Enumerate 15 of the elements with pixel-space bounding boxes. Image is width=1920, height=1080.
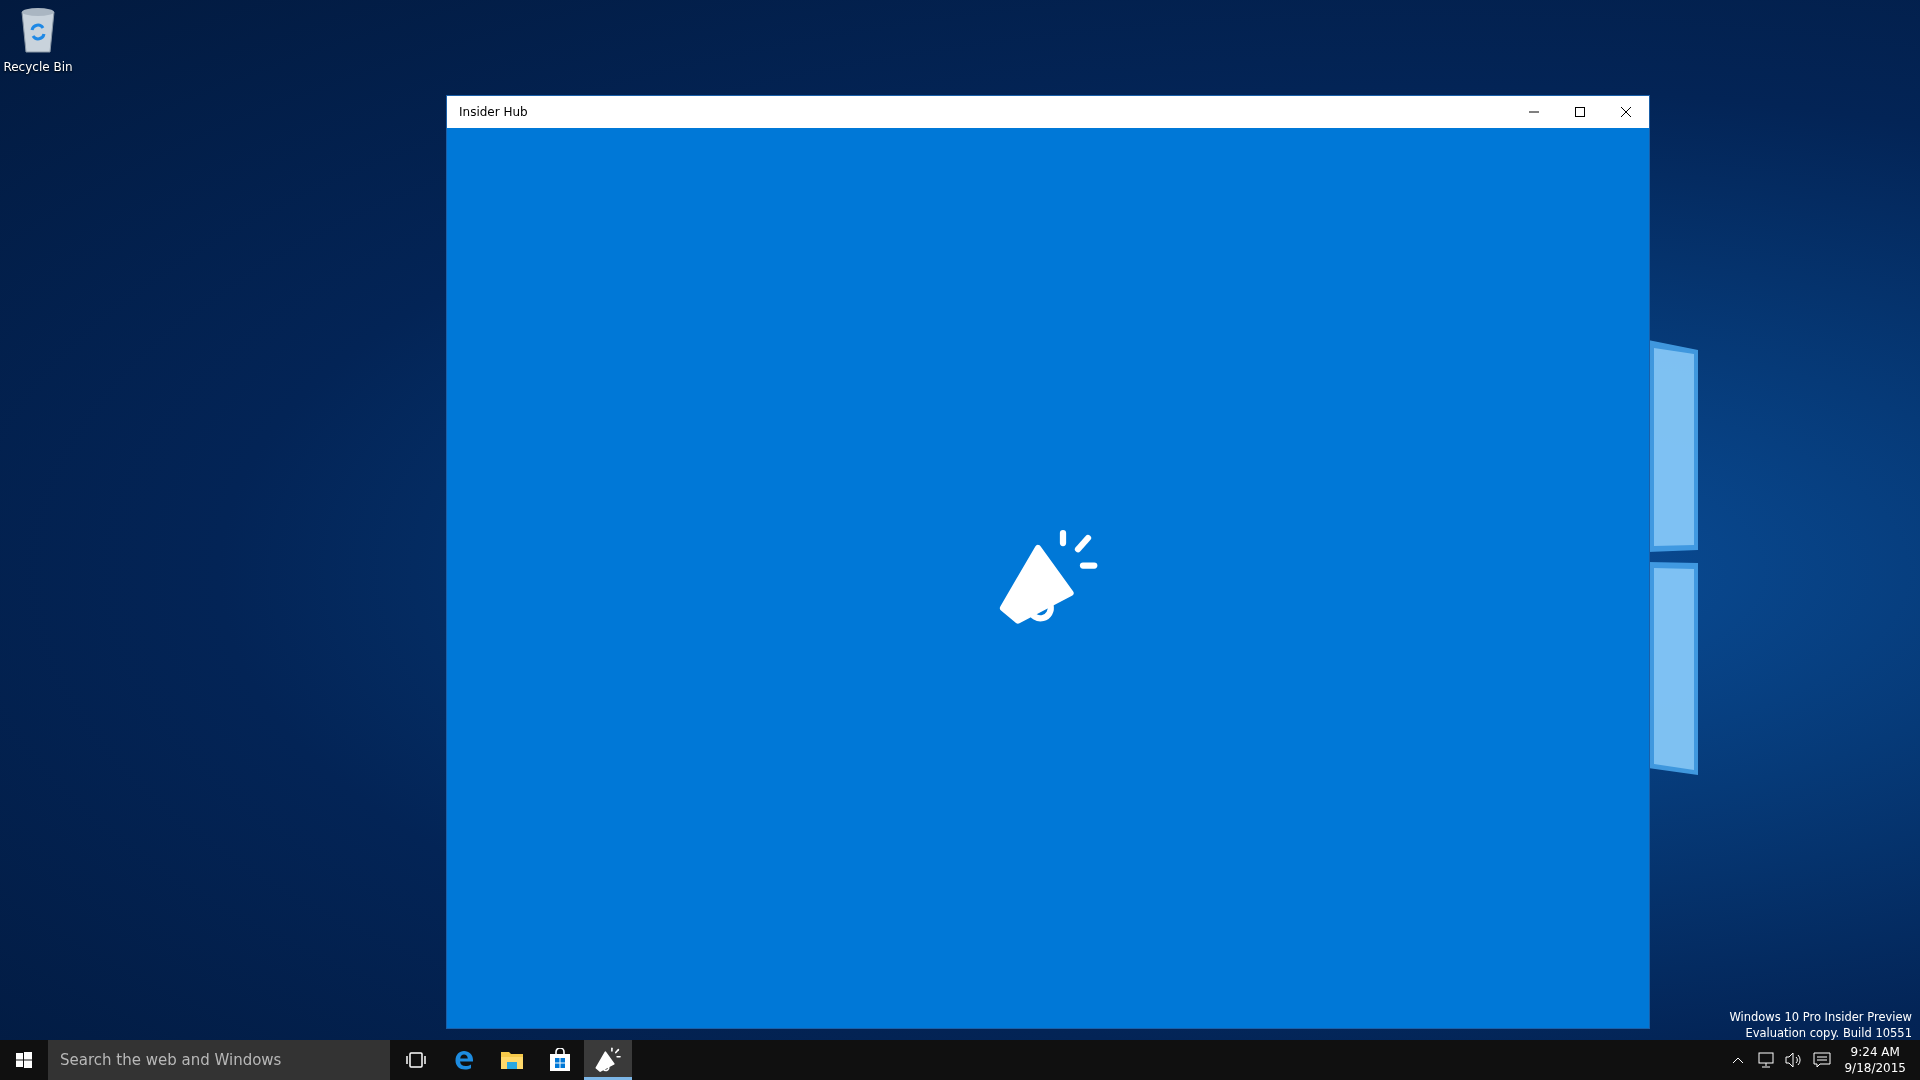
megaphone-icon xyxy=(595,1047,621,1073)
search-field[interactable]: Search the web and Windows xyxy=(48,1040,390,1080)
shopping-bag-icon xyxy=(549,1048,571,1072)
desktop-icon-label[interactable]: Recycle Bin xyxy=(3,60,73,74)
clock[interactable]: 9:24 AM 9/18/2015 xyxy=(1838,1044,1912,1076)
edition-notice-text: Windows 10 Pro Insider Preview xyxy=(1729,1010,1912,1024)
windows-logo-icon xyxy=(16,1052,32,1068)
edition-notice-text: Evaluation copy. Build 10551 xyxy=(1745,1026,1912,1040)
taskbar-app-button[interactable] xyxy=(584,1040,632,1080)
window-title: Insider Hub xyxy=(458,105,529,119)
maximize-icon xyxy=(1575,107,1585,117)
folder-icon xyxy=(500,1049,524,1071)
task-view-icon xyxy=(406,1052,426,1068)
browser-icon xyxy=(452,1048,476,1072)
close-icon xyxy=(1621,107,1631,117)
